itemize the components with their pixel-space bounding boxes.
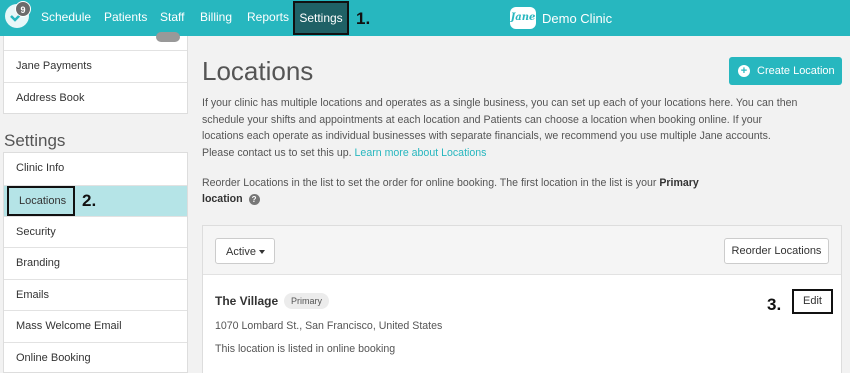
- location-address: 1070 Lombard St., San Francisco, United …: [215, 320, 443, 332]
- status-filter-dropdown[interactable]: Active: [215, 238, 275, 264]
- plus-icon: +: [738, 65, 750, 77]
- menu-item-label: Mass Welcome Email: [16, 320, 122, 332]
- page-title: Locations: [202, 56, 314, 86]
- caret-down-icon: [259, 250, 265, 254]
- create-location-label: Create Location: [757, 65, 835, 77]
- menu-clinic-info[interactable]: Clinic Info: [4, 153, 187, 184]
- notification-badge[interactable]: 9: [15, 1, 31, 17]
- jane-logo: Jane: [510, 7, 536, 29]
- menu-item-label: Security: [16, 226, 56, 238]
- edit-location-button[interactable]: Edit: [792, 289, 833, 314]
- top-navbar: 9 Schedule Patients Staff Billing Report…: [0, 0, 850, 36]
- clinic-name: Demo Clinic: [542, 10, 613, 26]
- menu-security[interactable]: Security: [4, 216, 187, 247]
- locations-description: If your clinic has multiple locations an…: [202, 95, 802, 161]
- sidebar-item-label: Jane Payments: [16, 60, 92, 72]
- reorder-locations-button[interactable]: Reorder Locations: [724, 238, 829, 264]
- settings-section-title: Settings: [4, 131, 66, 150]
- callout-2: 2.: [82, 191, 97, 210]
- menu-emails[interactable]: Emails: [4, 279, 187, 310]
- menu-item-label: Clinic Info: [16, 162, 65, 174]
- menu-branding[interactable]: Branding: [4, 247, 187, 278]
- sidebar-item-address-book[interactable]: Address Book: [4, 82, 187, 113]
- clinic-brand: Jane Demo Clinic: [510, 6, 612, 30]
- menu-mass-welcome-email[interactable]: Mass Welcome Email: [4, 310, 187, 341]
- primary-badge: Primary: [284, 293, 329, 309]
- menu-item-label: Locations: [19, 195, 67, 207]
- callout-3: 3.: [767, 295, 782, 314]
- nav-settings[interactable]: Settings: [293, 1, 349, 35]
- locations-highlight-box: Locations: [7, 186, 75, 216]
- help-icon[interactable]: ?: [248, 193, 260, 205]
- nav-billing[interactable]: Billing: [200, 10, 232, 24]
- menu-item-label: Emails: [16, 289, 50, 301]
- menu-locations[interactable]: Locations 2.: [4, 185, 187, 216]
- nav-patients[interactable]: Patients: [104, 10, 147, 24]
- description-text: If your clinic has multiple locations an…: [202, 97, 798, 159]
- status-filter-label: Active: [226, 246, 256, 258]
- clipped-count-pill: [156, 32, 180, 42]
- nav-schedule[interactable]: Schedule: [41, 10, 91, 24]
- reorder-note: Reorder Locations in the list to set the…: [202, 175, 742, 207]
- sidebar-top-list: Jane Payments Address Book: [3, 32, 188, 114]
- nav-reports[interactable]: Reports: [247, 10, 289, 24]
- menu-online-booking[interactable]: Online Booking: [4, 342, 187, 373]
- nav-staff[interactable]: Staff: [160, 10, 184, 24]
- location-name: The Village: [215, 294, 279, 308]
- sidebar-item-label: Address Book: [16, 92, 85, 104]
- sidebar-item-jane-payments[interactable]: Jane Payments: [4, 50, 187, 81]
- menu-item-label: Online Booking: [16, 352, 91, 364]
- location-booking-status: This location is listed in online bookin…: [215, 343, 396, 355]
- create-location-button[interactable]: + Create Location: [729, 57, 842, 85]
- learn-more-link[interactable]: Learn more about Locations: [355, 147, 487, 159]
- menu-item-label: Branding: [16, 257, 61, 269]
- reorder-note-text: Reorder Locations in the list to set the…: [202, 177, 657, 189]
- settings-menu: Clinic Info Locations 2. Security Brandi…: [3, 152, 188, 373]
- locations-panel: Active Reorder Locations The Village Pri…: [202, 225, 842, 373]
- panel-header: Active Reorder Locations: [203, 226, 841, 275]
- callout-1: 1.: [356, 9, 371, 28]
